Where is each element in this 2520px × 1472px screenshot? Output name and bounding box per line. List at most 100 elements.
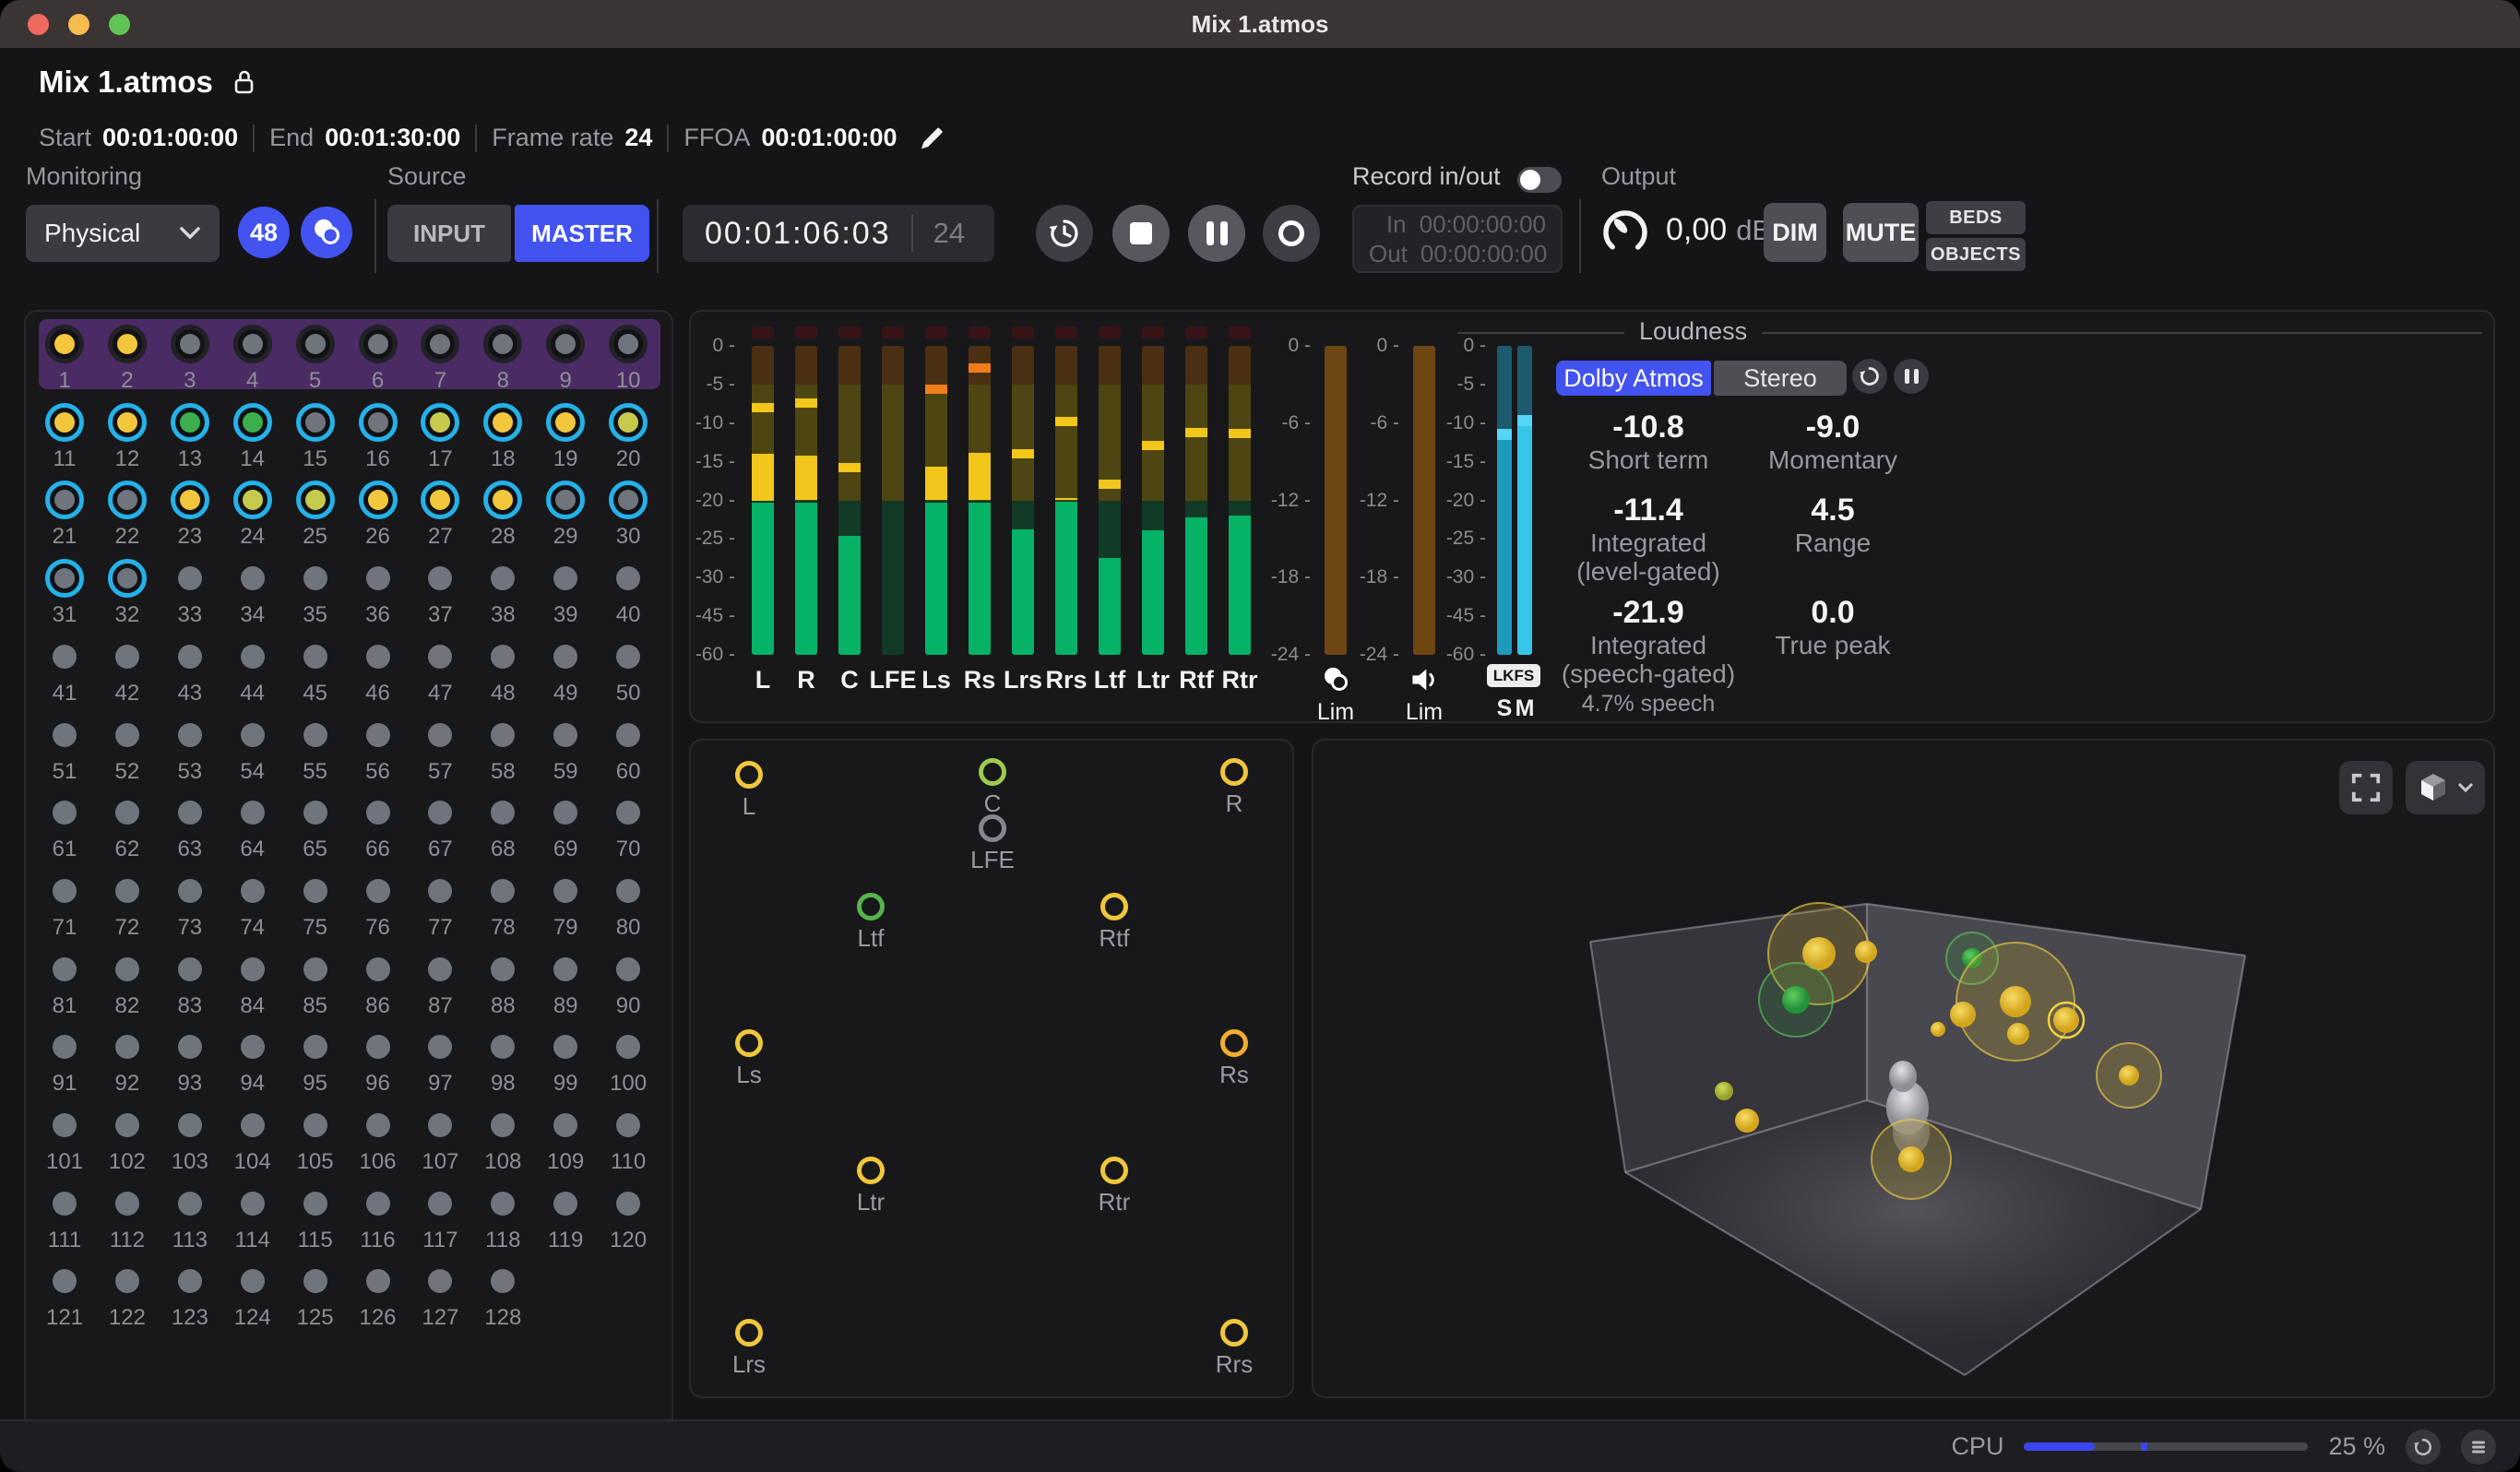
channel-dot[interactable] <box>553 1113 577 1137</box>
channel-dot[interactable] <box>108 559 147 598</box>
channel-dot[interactable] <box>428 1269 452 1293</box>
channel-dot[interactable] <box>178 1113 202 1137</box>
channel-dot[interactable] <box>45 403 84 442</box>
objects-button[interactable]: OBJECTS <box>1926 238 2026 271</box>
channel-dot[interactable] <box>609 481 648 519</box>
log-menu-button[interactable] <box>2461 1430 2496 1465</box>
channel-dot[interactable] <box>303 1113 327 1137</box>
channel-dot[interactable] <box>546 403 585 442</box>
channel-dot[interactable] <box>53 879 77 903</box>
channel-dot[interactable] <box>171 481 209 519</box>
channel-dot[interactable] <box>178 645 202 669</box>
channel-dot[interactable] <box>115 957 139 981</box>
pause-button[interactable] <box>1188 205 1245 262</box>
record-out-value[interactable]: 00:00:00:00 <box>1420 240 1547 267</box>
channel-dot[interactable] <box>491 801 515 825</box>
channel-dot[interactable] <box>53 1269 77 1293</box>
stop-button[interactable] <box>1112 205 1170 262</box>
channel-dot[interactable] <box>303 1192 327 1216</box>
source-master-button[interactable]: MASTER <box>515 205 649 262</box>
channel-dot[interactable] <box>241 1192 265 1216</box>
channel-dot[interactable] <box>53 957 77 981</box>
channel-dot[interactable] <box>178 957 202 981</box>
channel-dot[interactable] <box>491 723 515 747</box>
channel-dot[interactable] <box>303 1269 327 1293</box>
cpu-reset-button[interactable] <box>2406 1430 2441 1465</box>
channel-dot[interactable] <box>428 723 452 747</box>
tab-dolby-atmos[interactable]: Dolby Atmos <box>1556 361 1711 396</box>
channel-dot[interactable] <box>45 559 84 598</box>
channel-dot[interactable] <box>428 566 452 590</box>
channel-dot[interactable] <box>115 1269 139 1293</box>
channel-dot[interactable] <box>483 403 522 442</box>
channel-dot[interactable] <box>303 645 327 669</box>
channel-dot[interactable] <box>616 645 640 669</box>
channel-dot[interactable] <box>115 879 139 903</box>
channel-dot[interactable] <box>296 403 335 442</box>
channel-dot[interactable] <box>366 801 390 825</box>
channel-dot[interactable] <box>115 1035 139 1059</box>
channel-dot[interactable] <box>491 879 515 903</box>
channel-count-badge[interactable]: 48 <box>238 207 290 258</box>
channel-dot[interactable] <box>53 723 77 747</box>
channel-dot[interactable] <box>428 645 452 669</box>
channel-dot[interactable] <box>616 957 640 981</box>
channel-dot[interactable] <box>366 645 390 669</box>
channel-dot[interactable] <box>178 801 202 825</box>
channel-dot[interactable] <box>483 481 522 519</box>
channel-dot[interactable] <box>359 403 398 442</box>
channel-dot[interactable] <box>303 879 327 903</box>
edit-pencil-icon[interactable] <box>918 125 945 152</box>
mute-button[interactable]: MUTE <box>1843 203 1919 262</box>
channel-dot[interactable] <box>366 879 390 903</box>
channel-dot[interactable] <box>53 1113 77 1137</box>
timecode-display[interactable]: 00:01:06:03 24 <box>683 205 994 262</box>
channel-dot[interactable] <box>115 1113 139 1137</box>
channel-dot[interactable] <box>115 1192 139 1216</box>
channel-dot[interactable] <box>616 1192 640 1216</box>
channel-dot[interactable] <box>609 403 648 442</box>
channel-dot[interactable] <box>53 801 77 825</box>
channel-dot[interactable] <box>303 566 327 590</box>
channel-dot[interactable] <box>428 1113 452 1137</box>
channel-dot[interactable] <box>366 723 390 747</box>
channel-dot[interactable] <box>296 325 335 363</box>
beds-button[interactable]: BEDS <box>1926 201 2026 234</box>
channel-dot[interactable] <box>241 1113 265 1137</box>
channel-dot[interactable] <box>241 957 265 981</box>
channel-dot[interactable] <box>303 1035 327 1059</box>
channel-dot[interactable] <box>53 1192 77 1216</box>
channel-dot[interactable] <box>428 1192 452 1216</box>
channel-dot[interactable] <box>241 566 265 590</box>
channel-dot[interactable] <box>616 801 640 825</box>
channel-dot[interactable] <box>553 645 577 669</box>
channel-dot[interactable] <box>366 957 390 981</box>
channel-dot[interactable] <box>428 879 452 903</box>
minimize-window-button[interactable] <box>68 14 89 35</box>
loudness-reset-button[interactable] <box>1852 359 1887 394</box>
channel-dot[interactable] <box>241 645 265 669</box>
channel-dot[interactable] <box>491 1192 515 1216</box>
close-window-button[interactable] <box>28 14 49 35</box>
channel-dot[interactable] <box>616 1113 640 1137</box>
view-mode-button[interactable] <box>2406 761 2485 814</box>
channel-dot[interactable] <box>546 481 585 519</box>
channel-dot[interactable] <box>53 645 77 669</box>
channel-dot[interactable] <box>491 957 515 981</box>
monitoring-device-select[interactable]: Physical <box>26 205 220 262</box>
channel-dot[interactable] <box>233 325 272 363</box>
channel-dot[interactable] <box>553 801 577 825</box>
channel-dot[interactable] <box>108 481 147 519</box>
channel-dot[interactable] <box>616 879 640 903</box>
channel-dot[interactable] <box>108 325 147 363</box>
channel-dot[interactable] <box>108 403 147 442</box>
channel-dot[interactable] <box>553 879 577 903</box>
channel-dot[interactable] <box>303 801 327 825</box>
channel-dot[interactable] <box>546 325 585 363</box>
channel-dot[interactable] <box>491 1035 515 1059</box>
zoom-window-button[interactable] <box>109 14 130 35</box>
channel-dot[interactable] <box>115 723 139 747</box>
channel-dot[interactable] <box>491 645 515 669</box>
channel-dot[interactable] <box>45 481 84 519</box>
binaural-monitoring-button[interactable] <box>301 207 352 258</box>
